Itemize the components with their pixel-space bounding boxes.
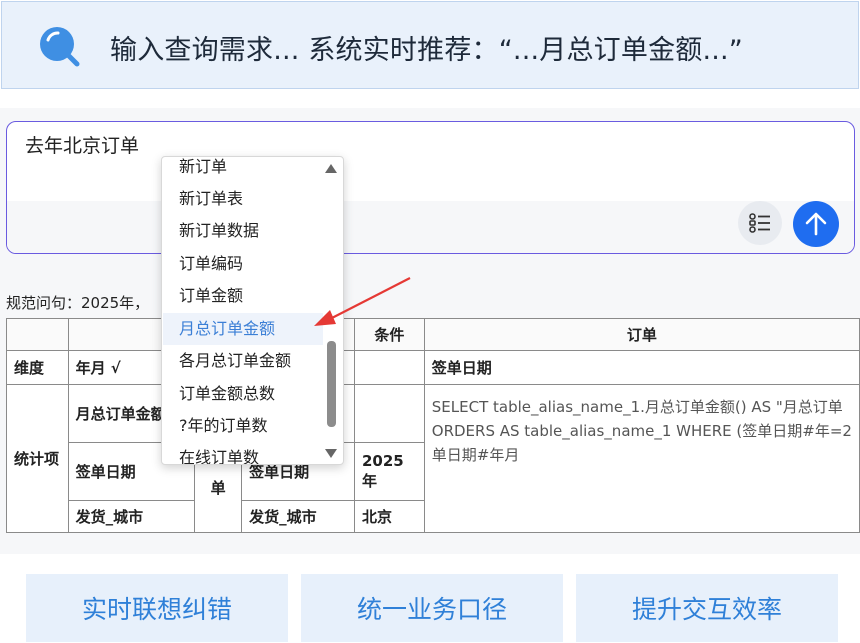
empty-cell (353, 384, 425, 443)
header-order: 订单 (423, 318, 860, 351)
cond-date-value-cell: 2025年 (353, 442, 425, 501)
feature-tag-unified-metrics: 统一业务口径 (301, 574, 563, 642)
sql-line: SELECT table_alias_name_1.月总订单金额() AS "月… (431, 398, 843, 416)
query-input-value[interactable]: 去年北京订单 (25, 131, 139, 158)
suggestion-item[interactable]: 新订单 (163, 157, 323, 183)
tip-banner: 输入查询需求... 系统实时推荐：“...月总订单金额...” (1, 1, 859, 89)
query-input[interactable]: 去年北京订单 (6, 121, 855, 254)
suggestion-item[interactable]: 在线订单数 (163, 442, 323, 464)
suggestion-item[interactable]: ?年的订单数 (163, 410, 323, 442)
empty-cell (353, 350, 425, 385)
dimension-order-cell: 签单日期 (423, 350, 860, 385)
scroll-down-icon[interactable] (325, 449, 337, 458)
arrow-up-icon (805, 212, 827, 236)
parse-table: 选出项 条件 订单 维度 年月 √ 签单日期 统计项 月总订单金额 √ SELE… (6, 318, 860, 533)
row-label-dimension: 维度 (6, 350, 69, 385)
cond-city-field-cell: 发货_城市 (241, 500, 355, 533)
scroll-up-icon[interactable] (325, 164, 337, 173)
header-condition: 条件 (353, 318, 425, 351)
sql-line: ORDERS AS table_alias_name_1 WHERE (签单日期… (431, 422, 852, 440)
banner-text: 输入查询需求... 系统实时推荐：“...月总订单金额...” (110, 35, 743, 66)
table-corner-cell (6, 318, 69, 351)
dropdown-scrollbar[interactable] (325, 157, 341, 464)
sql-preview: SELECT table_alias_name_1.月总订单金额() AS "月… (423, 384, 860, 533)
feature-tag-efficiency: 提升交互效率 (576, 574, 838, 642)
suggestion-item[interactable]: 新订单数据 (163, 215, 323, 247)
feature-tag-autocorrect: 实时联想纠错 (26, 574, 288, 642)
suggestion-item[interactable]: 各月总订单金额 (163, 345, 323, 377)
suggestion-item[interactable]: 新订单表 (163, 183, 323, 215)
row-label-stat: 统计项 (6, 384, 69, 533)
list-button[interactable] (738, 201, 782, 245)
send-button[interactable] (793, 201, 839, 247)
list-icon (749, 213, 770, 233)
city-field-cell: 发货_城市 (67, 500, 196, 533)
suggestion-item[interactable]: 订单编码 (163, 248, 323, 280)
cond-city-value-cell: 北京 (353, 500, 425, 533)
query-toolbar (7, 201, 854, 253)
normalized-question: 规范问句：2025年， (6, 294, 150, 312)
suggestion-item[interactable]: 订单金额 (163, 280, 323, 312)
suggestion-dropdown[interactable]: 新订单 新订单表 新订单数据 订单编码 订单金额 月总订单金额 各月总订单金额 … (161, 156, 344, 465)
search-icon (40, 27, 80, 67)
suggestion-item-active[interactable]: 月总订单金额 (163, 313, 323, 345)
suggestion-item[interactable]: 订单金额总数 (163, 378, 323, 410)
scrollbar-thumb[interactable] (327, 341, 336, 427)
sql-line: 单日期#年月 (431, 446, 520, 464)
